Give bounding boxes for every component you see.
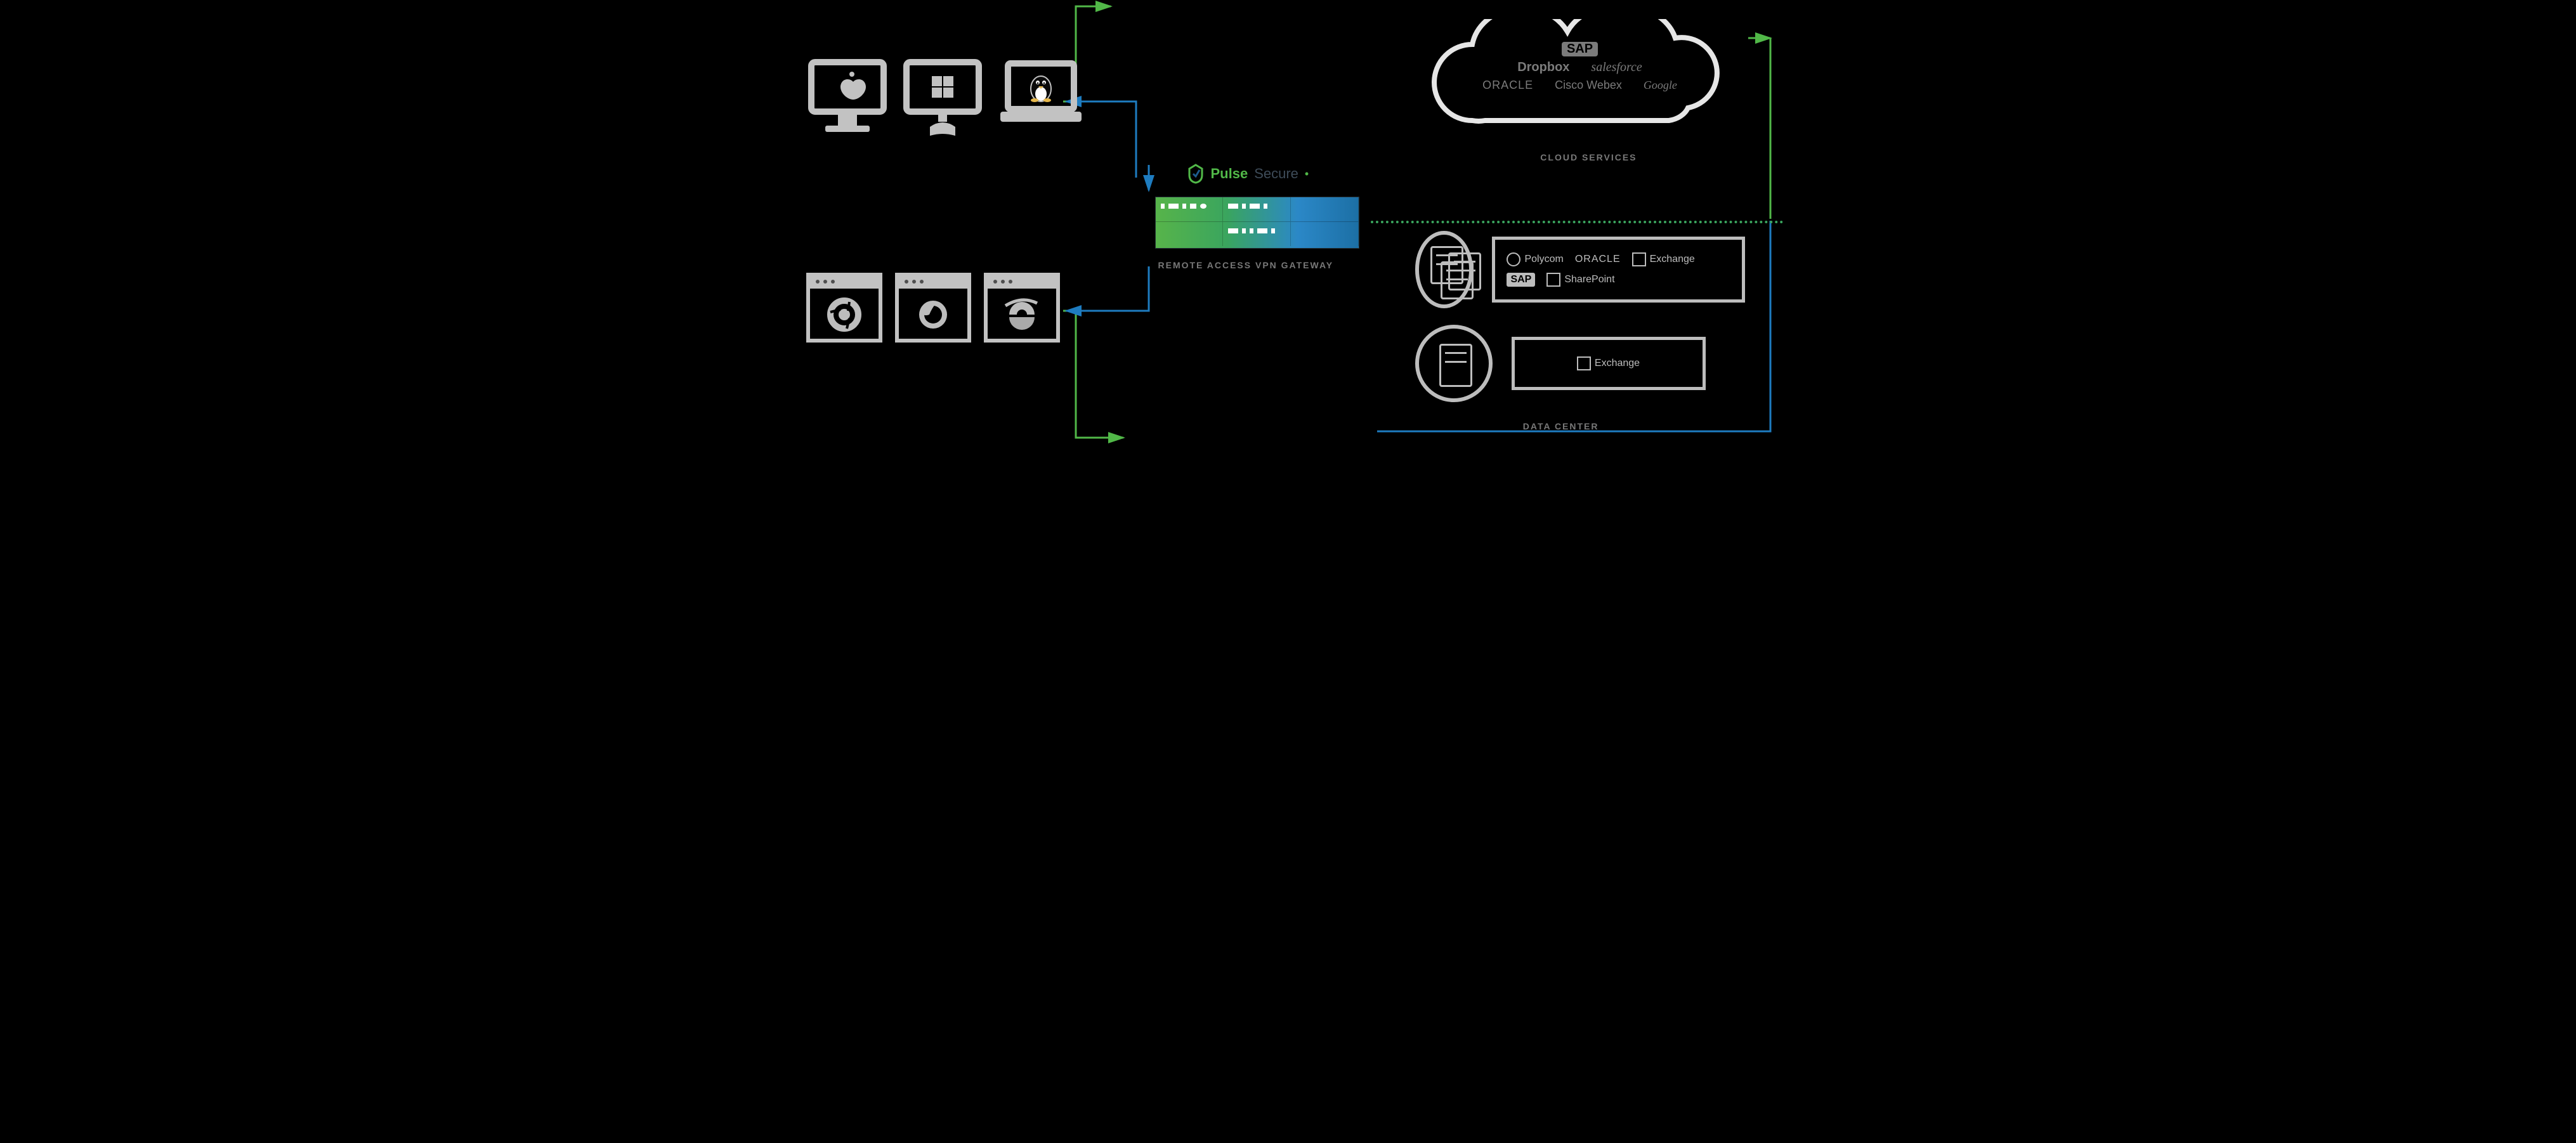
brand-webex: Cisco Webex bbox=[1555, 79, 1622, 92]
logo-word-secure: Secure bbox=[1254, 166, 1298, 182]
datacenter-group: Polycom ORACLE Exchange SAP SharePoint E… bbox=[1415, 231, 1745, 419]
brand-oracle-dc: ORACLE bbox=[1575, 252, 1621, 266]
linux-laptop-icon bbox=[997, 57, 1085, 140]
cloud-services-group: SAP Dropbox salesforce ORACLE Cisco Webe… bbox=[1415, 19, 1745, 149]
datacenter-caption: DATA CENTER bbox=[1523, 421, 1599, 431]
brand-sap: SAP bbox=[1562, 42, 1598, 56]
brand-sap-dc: SAP bbox=[1507, 273, 1535, 287]
chrome-browser-icon bbox=[806, 273, 882, 343]
cloud-brand-labels: SAP Dropbox salesforce ORACLE Cisco Webe… bbox=[1415, 38, 1745, 96]
gateway-caption: REMOTE ACCESS VPN GATEWAY bbox=[1158, 260, 1334, 270]
brand-salesforce: salesforce bbox=[1591, 60, 1642, 75]
datacenter-apps-box-1: Polycom ORACLE Exchange SAP SharePoint bbox=[1492, 237, 1744, 303]
firefox-browser-icon bbox=[895, 273, 971, 343]
datacenter-apps-box-2: Exchange bbox=[1512, 337, 1706, 390]
diagram-canvas: Pulse Secure • REMOTE ACCESS VPN GATEWAY… bbox=[794, 0, 1783, 444]
pulse-secure-logo: Pulse Secure • bbox=[1187, 164, 1309, 184]
pulse-secure-mark-icon bbox=[1187, 164, 1205, 184]
vpn-gateway-appliance bbox=[1155, 197, 1358, 249]
brand-polycom: Polycom bbox=[1507, 252, 1563, 266]
server-cluster-icon bbox=[1415, 231, 1474, 308]
brand-sharepoint: SharePoint bbox=[1546, 273, 1614, 287]
apple-imac-icon bbox=[806, 57, 889, 140]
client-devices bbox=[806, 57, 1085, 140]
ie-browser-icon bbox=[984, 273, 1060, 343]
client-browsers bbox=[806, 273, 1060, 343]
brand-oracle: ORACLE bbox=[1482, 79, 1533, 92]
brand-exchange-2: Exchange bbox=[1577, 356, 1640, 370]
cloud-caption: CLOUD SERVICES bbox=[1540, 152, 1637, 162]
logo-word-pulse: Pulse bbox=[1211, 166, 1248, 182]
brand-dropbox: Dropbox bbox=[1517, 60, 1569, 75]
windows-monitor-icon bbox=[901, 57, 984, 140]
single-server-icon bbox=[1415, 325, 1493, 402]
brand-exchange: Exchange bbox=[1632, 252, 1695, 266]
gateway-chassis-icon bbox=[1155, 197, 1359, 249]
dotted-divider bbox=[1371, 221, 1783, 223]
brand-google: Google bbox=[1644, 79, 1677, 92]
